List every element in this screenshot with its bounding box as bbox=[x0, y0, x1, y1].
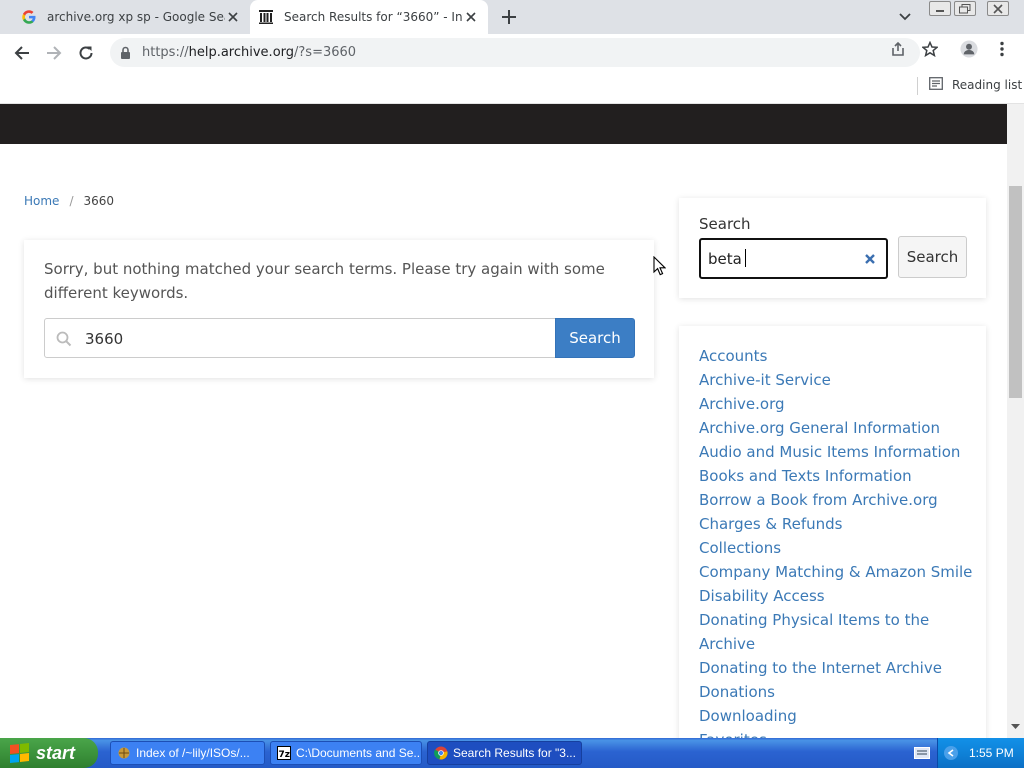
category-link[interactable]: Books and Texts Information bbox=[699, 464, 974, 488]
system-tray: 1:55 PM bbox=[937, 738, 1024, 768]
chrome-icon bbox=[434, 746, 448, 760]
bookmark-star-icon[interactable] bbox=[921, 40, 939, 58]
taskbar-item-label: Index of /~lily/ISOs/... bbox=[136, 746, 250, 760]
category-link[interactable]: Favorites bbox=[699, 728, 974, 738]
category-link[interactable]: Donations bbox=[699, 680, 974, 704]
reload-button[interactable] bbox=[75, 42, 97, 64]
browser-toolbar: https://help.archive.org/?s=3660 bbox=[0, 34, 1024, 71]
reading-list-label: Reading list bbox=[952, 78, 1023, 92]
share-icon[interactable] bbox=[889, 40, 907, 58]
category-link[interactable]: Archive-it Service bbox=[699, 368, 974, 392]
7zip-icon: 7z bbox=[277, 746, 291, 760]
menu-dots-icon[interactable] bbox=[993, 40, 1011, 58]
category-link[interactable]: Collections bbox=[699, 536, 974, 560]
category-link[interactable]: Donating to the Internet Archive bbox=[699, 656, 974, 680]
category-link[interactable]: Audio and Music Items Information bbox=[699, 440, 974, 464]
taskbar-item-chrome[interactable]: Search Results for "3... bbox=[427, 741, 582, 765]
internet-archive-icon bbox=[258, 9, 274, 25]
site-header-band bbox=[0, 104, 1007, 144]
tab-strip: archive.org xp sp - Google Search Search… bbox=[0, 0, 1024, 34]
new-tab-button[interactable] bbox=[499, 7, 519, 27]
page-viewport: Home / 3660 Sorry, but nothing matched y… bbox=[0, 104, 1024, 738]
taskbar-item-ftp[interactable]: Index of /~lily/ISOs/... bbox=[110, 741, 265, 765]
back-button[interactable] bbox=[11, 42, 33, 64]
category-link[interactable]: Company Matching & Amazon Smile bbox=[699, 560, 974, 584]
no-results-message: Sorry, but nothing matched your search t… bbox=[44, 260, 605, 302]
breadcrumb-home-link[interactable]: Home bbox=[24, 194, 59, 208]
breadcrumb: Home / 3660 bbox=[24, 194, 114, 208]
show-hidden-icons-chevron-icon[interactable] bbox=[944, 746, 958, 760]
taskbar-item-label: C:\Documents and Se... bbox=[296, 746, 422, 760]
bookmarks-bar: Reading list bbox=[0, 71, 1024, 104]
minimize-button[interactable] bbox=[929, 1, 951, 16]
address-bar[interactable]: https://help.archive.org/?s=3660 bbox=[110, 38, 920, 67]
sidebar-search-input[interactable]: beta bbox=[699, 238, 888, 279]
profile-avatar-icon[interactable] bbox=[960, 40, 978, 58]
sidebar-search-button[interactable]: Search bbox=[898, 236, 967, 278]
categories-widget: Accounts Archive-it Service Archive.org Arc… bbox=[679, 326, 986, 738]
category-link[interactable]: Downloading bbox=[699, 704, 974, 728]
windows-flag-icon bbox=[10, 743, 30, 764]
category-link[interactable]: Accounts bbox=[699, 344, 974, 368]
ftp-icon bbox=[117, 746, 131, 760]
start-button[interactable]: start bbox=[0, 738, 98, 768]
category-link[interactable]: Donating Physical Items to the Archive bbox=[699, 608, 974, 656]
start-label: start bbox=[36, 742, 76, 763]
sidebar-search-value: beta bbox=[708, 249, 746, 268]
tab-search-chevron-icon[interactable] bbox=[895, 8, 915, 26]
search-icon bbox=[56, 331, 72, 351]
windows-taskbar: start Index of /~lily/ISOs/... 7z C:\Doc… bbox=[0, 738, 1024, 768]
tab-title: Search Results for “3660” - Internet Arc… bbox=[284, 10, 463, 24]
bookmarks-separator bbox=[917, 77, 918, 95]
taskbar-clock[interactable]: 1:55 PM bbox=[969, 746, 1014, 760]
close-tab-icon[interactable] bbox=[463, 9, 479, 25]
main-search-button[interactable]: Search bbox=[555, 318, 635, 358]
scroll-down-arrow-icon[interactable] bbox=[1011, 724, 1020, 730]
sidebar-search-widget: Search beta Search bbox=[679, 198, 986, 298]
tab-search-results[interactable]: Search Results for “3660” - Internet Arc… bbox=[250, 0, 488, 34]
close-window-button[interactable] bbox=[987, 1, 1009, 16]
category-link[interactable]: Borrow a Book from Archive.org bbox=[699, 488, 974, 512]
reading-list-button[interactable]: Reading list bbox=[929, 77, 1022, 93]
main-search-value: 3660 bbox=[85, 330, 124, 348]
category-link[interactable]: Disability Access bbox=[699, 584, 974, 608]
restore-button[interactable] bbox=[954, 1, 976, 16]
category-link[interactable]: Archive.org General Information bbox=[699, 416, 974, 440]
breadcrumb-current: 3660 bbox=[83, 194, 115, 208]
category-link[interactable]: Charges & Refunds bbox=[699, 512, 974, 536]
google-g-icon bbox=[21, 9, 37, 25]
text-caret bbox=[744, 249, 746, 267]
keyboard-language-icon[interactable] bbox=[914, 747, 930, 759]
tab-title: archive.org xp sp - Google Search bbox=[47, 10, 225, 24]
taskbar-item-label: Search Results for "3... bbox=[453, 746, 576, 760]
taskbar-item-7zip[interactable]: 7z C:\Documents and Se... bbox=[270, 741, 422, 765]
breadcrumb-separator: / bbox=[69, 194, 74, 208]
tab-google-search[interactable]: archive.org xp sp - Google Search bbox=[0, 0, 250, 34]
no-results-card: Sorry, but nothing matched your search t… bbox=[24, 240, 654, 378]
categories-list: Accounts Archive-it Service Archive.org Arc… bbox=[699, 344, 974, 738]
page-scrollbar[interactable] bbox=[1007, 104, 1024, 738]
category-link[interactable]: Archive.org bbox=[699, 392, 974, 416]
scrollbar-thumb[interactable] bbox=[1009, 186, 1022, 398]
url-text: https://help.archive.org/?s=3660 bbox=[142, 45, 357, 60]
main-search-input[interactable]: 3660 bbox=[44, 318, 556, 358]
reading-list-icon bbox=[929, 77, 943, 93]
mouse-pointer-icon bbox=[653, 255, 667, 280]
sidebar-search-label: Search bbox=[699, 215, 751, 233]
svg-text:7z: 7z bbox=[279, 750, 291, 760]
forward-button[interactable] bbox=[43, 42, 65, 64]
clear-search-icon[interactable] bbox=[863, 251, 877, 265]
lock-icon[interactable] bbox=[120, 45, 131, 64]
close-tab-icon[interactable] bbox=[225, 9, 241, 25]
